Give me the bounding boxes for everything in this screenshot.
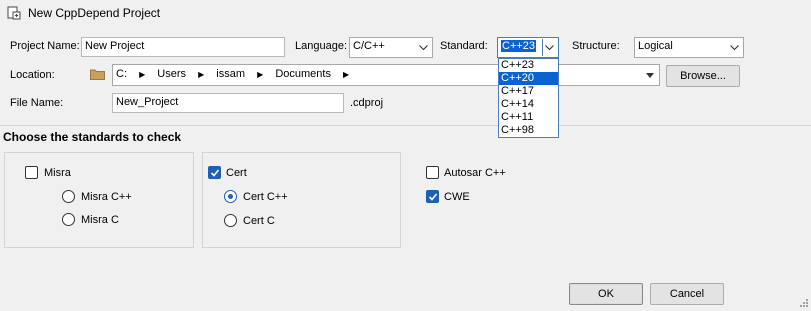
structure-select[interactable]: Logical (634, 37, 744, 58)
cert-c-label: Cert C (243, 215, 275, 227)
crumb-drive[interactable]: C: (116, 68, 127, 80)
dropdown-option[interactable]: C++23 (499, 59, 558, 72)
chevron-right-icon: ▶ (198, 70, 205, 79)
cert-label: Cert (226, 167, 247, 179)
crumb-user[interactable]: issam (216, 68, 245, 80)
language-select[interactable]: C/C++ (349, 37, 433, 58)
checkmark-icon (210, 169, 220, 177)
standard-dropdown-list[interactable]: C++23 C++20 C++17 C++14 C++11 C++98 (498, 58, 559, 138)
chevron-down-icon (727, 39, 741, 56)
chevron-down-icon (542, 39, 556, 56)
chevron-down-icon (416, 39, 430, 56)
location-label: Location: (10, 69, 55, 81)
crumb-documents[interactable]: Documents (275, 68, 331, 80)
cancel-button[interactable]: Cancel (650, 283, 724, 305)
misra-checkbox[interactable] (25, 166, 38, 179)
standard-select-value: C++23 (501, 40, 537, 52)
location-breadcrumb[interactable]: C: ▶ Users ▶ issam ▶ Documents ▶ (112, 64, 660, 86)
checkmark-icon (428, 193, 438, 201)
app-icon (7, 6, 21, 20)
divider (0, 125, 811, 126)
standard-label: Standard: (440, 40, 488, 52)
project-name-label: Project Name: (10, 40, 80, 52)
standard-select[interactable]: C++23 (497, 37, 559, 58)
misra-label: Misra (44, 167, 71, 179)
language-label: Language: (295, 40, 347, 52)
misra-c-radio[interactable] (62, 213, 75, 226)
chevron-down-icon[interactable] (643, 67, 657, 84)
dropdown-option[interactable]: C++98 (499, 124, 558, 137)
cwe-checkbox[interactable] (426, 190, 439, 203)
standards-heading: Choose the standards to check (3, 130, 182, 144)
misra-cpp-radio[interactable] (62, 190, 75, 203)
dropdown-option[interactable]: C++14 (499, 98, 558, 111)
file-name-input[interactable]: New_Project (112, 93, 344, 113)
misra-c-label: Misra C (81, 214, 119, 226)
title-bar: New CppDepend Project (0, 0, 811, 28)
autosar-label: Autosar C++ (444, 167, 506, 179)
resize-grip-icon[interactable] (798, 297, 809, 308)
autosar-checkbox[interactable] (426, 166, 439, 179)
file-extension: .cdproj (350, 97, 384, 109)
cert-checkbox[interactable] (208, 166, 221, 179)
browse-button[interactable]: Browse... (666, 65, 740, 87)
structure-label: Structure: (572, 40, 620, 52)
chevron-right-icon: ▶ (343, 70, 350, 79)
crumb-users[interactable]: Users (157, 68, 186, 80)
structure-select-value: Logical (638, 40, 673, 52)
window-title: New CppDepend Project (28, 6, 161, 20)
project-name-input[interactable]: New Project (81, 37, 285, 57)
chevron-right-icon: ▶ (139, 70, 146, 79)
folder-icon (90, 68, 105, 80)
cert-cpp-radio[interactable] (224, 190, 237, 203)
cert-c-radio[interactable] (224, 214, 237, 227)
file-name-label: File Name: (10, 97, 64, 109)
misra-cpp-label: Misra C++ (81, 191, 132, 203)
chevron-right-icon: ▶ (257, 70, 264, 79)
dropdown-option[interactable]: C++11 (499, 111, 558, 124)
cert-cpp-label: Cert C++ (243, 191, 288, 203)
dropdown-option[interactable]: C++17 (499, 85, 558, 98)
dropdown-option-highlighted[interactable]: C++20 (499, 72, 558, 85)
language-select-value: C/C++ (353, 40, 385, 52)
ok-button[interactable]: OK (569, 283, 643, 305)
cwe-label: CWE (444, 191, 470, 203)
